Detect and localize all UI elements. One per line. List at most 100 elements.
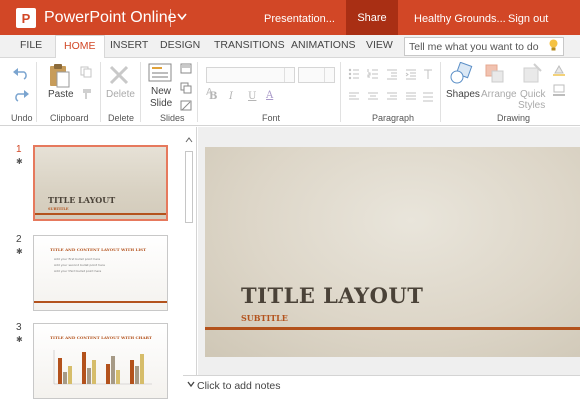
tab-view[interactable]: VIEW xyxy=(366,39,393,51)
animation-star-icon: ✱ xyxy=(16,247,23,256)
animation-star-icon: ✱ xyxy=(16,335,23,344)
divider xyxy=(170,9,171,27)
copy-icon[interactable] xyxy=(80,66,92,78)
text-direction-icon[interactable] xyxy=(422,68,434,80)
align-center-icon[interactable] xyxy=(367,92,379,102)
slide-thumbnail-1[interactable]: TITLE LAYOUT SUBTITLE xyxy=(33,145,168,221)
title-bar: P PowerPoint Online Presentation... Shar… xyxy=(0,0,580,35)
notes-pane[interactable]: Click to add notes xyxy=(183,375,580,400)
slide-subtitle[interactable]: SUBTITLE xyxy=(241,313,288,323)
new-slide-icon[interactable] xyxy=(148,63,172,83)
duplicate-slide-icon[interactable] xyxy=(180,82,192,94)
sign-out-link[interactable]: Sign out xyxy=(508,13,548,25)
new-slide-label-2[interactable]: Slide xyxy=(150,98,172,109)
delete-button[interactable]: Delete xyxy=(106,89,135,100)
new-slide-label-1[interactable]: New xyxy=(151,86,171,97)
decrease-indent-icon[interactable] xyxy=(386,68,398,80)
bullets-icon[interactable] xyxy=(348,68,360,80)
font-name-dropdown[interactable] xyxy=(206,67,295,83)
divider xyxy=(197,62,198,122)
group-label-slides: Slides xyxy=(160,113,185,123)
undo-icon[interactable] xyxy=(12,66,30,80)
bold-button[interactable]: B xyxy=(209,91,217,102)
animation-star-icon: ✱ xyxy=(16,157,23,166)
notes-placeholder[interactable]: Click to add notes xyxy=(197,380,280,392)
ribbon: Undo Paste Clipboard Delete Delete New S… xyxy=(0,58,580,126)
shapes-icon[interactable] xyxy=(448,62,474,86)
slide-accent-line xyxy=(205,327,580,330)
thumb-title: TITLE AND CONTENT LAYOUT WITH LIST xyxy=(50,247,147,252)
app-name[interactable]: PowerPoint Online xyxy=(44,9,177,27)
divider xyxy=(36,62,37,122)
powerpoint-logo-icon[interactable]: P xyxy=(16,8,36,28)
redo-icon[interactable] xyxy=(12,88,30,102)
layout-icon[interactable] xyxy=(180,63,192,75)
vertical-align-icon[interactable] xyxy=(422,90,434,104)
chevron-down-icon[interactable] xyxy=(186,379,196,389)
format-painter-icon[interactable] xyxy=(80,88,92,100)
chevron-down-icon[interactable] xyxy=(176,8,188,29)
tab-insert[interactable]: INSERT xyxy=(110,39,148,51)
thumb-title: TITLE LAYOUT xyxy=(48,195,116,205)
paste-icon[interactable] xyxy=(48,62,70,88)
group-label-font: Font xyxy=(262,113,281,123)
shape-outline-icon[interactable] xyxy=(552,84,566,96)
align-right-icon[interactable] xyxy=(386,92,398,102)
group-label-delete: Delete xyxy=(108,113,135,123)
group-label-clipboard: Clipboard xyxy=(50,113,89,123)
document-name[interactable]: Presentation... xyxy=(264,13,335,25)
thumb-bullet: Add your second bullet point here xyxy=(54,263,105,267)
slide-thumbnails-pane: 1 ✱ TITLE LAYOUT SUBTITLE 2 ✱ TITLE AND … xyxy=(0,127,197,400)
tab-file[interactable]: FILE xyxy=(20,39,42,51)
thumb-bullet: Add your first bullet point here xyxy=(54,257,101,261)
underline-button[interactable]: U xyxy=(248,91,256,102)
scroll-up-icon[interactable] xyxy=(184,135,194,145)
quick-styles-icon[interactable] xyxy=(521,62,543,86)
italic-button[interactable]: I xyxy=(229,91,233,102)
tab-transitions[interactable]: TRANSITIONS xyxy=(214,39,285,51)
tell-me-placeholder: Tell me what you want to do xyxy=(409,41,539,53)
font-color-button[interactable]: A xyxy=(266,90,273,101)
thumb-chart-image xyxy=(53,350,152,385)
tab-design[interactable]: DESIGN xyxy=(160,39,200,51)
quick-styles-label-2[interactable]: Styles xyxy=(518,100,545,111)
divider xyxy=(140,62,141,122)
slide-number-1: 1 xyxy=(16,144,22,155)
shapes-button[interactable]: Shapes xyxy=(446,89,480,100)
divider xyxy=(340,62,341,122)
arrange-button[interactable]: Arrange xyxy=(481,89,517,100)
tab-home[interactable]: HOME xyxy=(55,35,105,59)
arrange-icon[interactable] xyxy=(484,62,506,86)
align-left-icon[interactable] xyxy=(348,92,360,102)
ribbon-tabs: FILE HOME INSERT DESIGN TRANSITIONS ANIM… xyxy=(0,35,580,59)
thumb-bullet: Add your third bullet point here xyxy=(54,269,102,273)
scrollbar-thumb[interactable] xyxy=(185,151,193,223)
thumb-title: TITLE AND CONTENT LAYOUT WITH CHART xyxy=(50,335,152,340)
share-button[interactable]: Share xyxy=(346,0,398,35)
thumb-accent-line xyxy=(34,301,167,303)
increase-indent-icon[interactable] xyxy=(405,68,417,80)
slide-thumbnail-3[interactable]: TITLE AND CONTENT LAYOUT WITH CHART xyxy=(33,323,168,399)
paste-button[interactable]: Paste xyxy=(48,89,74,100)
slide-number-2: 2 xyxy=(16,234,22,245)
tab-animations[interactable]: ANIMATIONS xyxy=(291,39,356,51)
tell-me-input[interactable]: Tell me what you want to do xyxy=(404,37,564,56)
slide-title[interactable]: TITLE LAYOUT xyxy=(241,283,423,308)
current-slide[interactable]: TITLE LAYOUT SUBTITLE xyxy=(205,147,580,357)
lightbulb-icon xyxy=(549,39,558,51)
font-size-dropdown[interactable] xyxy=(298,67,335,83)
group-label-paragraph: Paragraph xyxy=(372,113,415,123)
thumbnail-scrollbar[interactable] xyxy=(183,135,195,397)
slide-editor: TITLE LAYOUT SUBTITLE xyxy=(198,127,580,375)
user-name[interactable]: Healthy Grounds... xyxy=(414,13,506,25)
quick-styles-label-1[interactable]: Quick xyxy=(520,89,546,100)
slide-number-3: 3 xyxy=(16,322,22,333)
hide-slide-icon[interactable] xyxy=(180,100,192,112)
justify-icon[interactable] xyxy=(405,92,417,102)
thumb-accent-line xyxy=(35,213,166,215)
numbering-icon[interactable] xyxy=(367,68,379,80)
delete-icon[interactable] xyxy=(108,64,130,86)
shape-fill-icon[interactable] xyxy=(552,64,566,76)
slide-thumbnail-2[interactable]: TITLE AND CONTENT LAYOUT WITH LIST Add y… xyxy=(33,235,168,311)
group-label-undo: Undo xyxy=(11,113,33,123)
